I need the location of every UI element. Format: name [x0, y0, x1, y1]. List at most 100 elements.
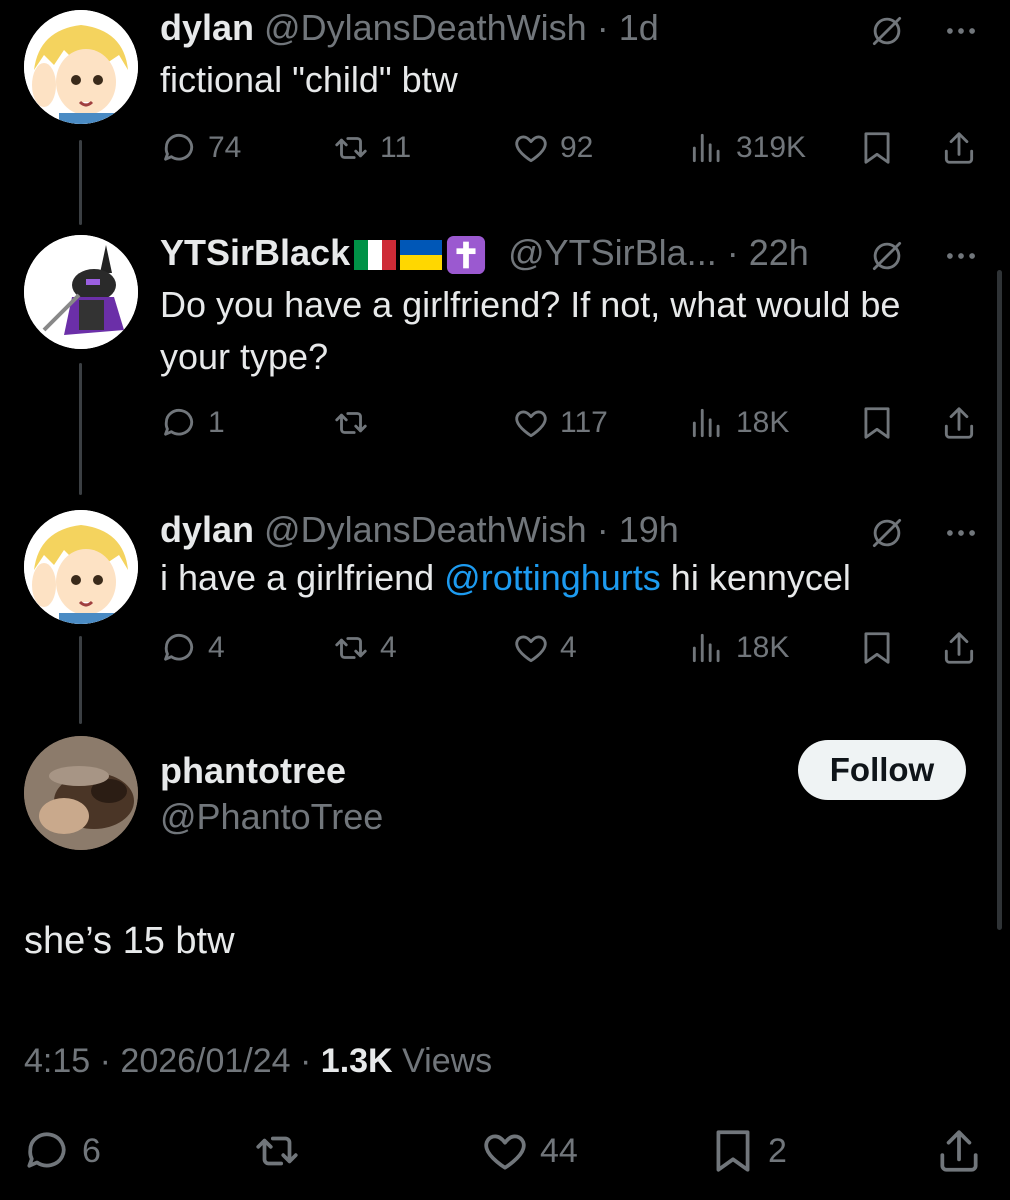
repost-icon: [332, 629, 370, 667]
italy-flag-icon: [354, 240, 397, 271]
more-icon[interactable]: [942, 12, 980, 50]
handle[interactable]: @YTSirBla...: [508, 232, 717, 273]
repost-icon: [332, 404, 370, 442]
like-icon: [512, 629, 550, 667]
action-bar: 4 4 4 18K: [160, 626, 980, 670]
repost-icon: [252, 1126, 302, 1176]
ukraine-flag-icon: [400, 240, 443, 271]
bookmark-button[interactable]: [858, 401, 896, 445]
share-button[interactable]: [940, 401, 978, 445]
grok-icon[interactable]: [868, 514, 906, 552]
like-button[interactable]: 92: [512, 126, 593, 170]
latin-cross-icon: [447, 236, 486, 275]
text-segment: i have a girlfriend: [160, 557, 445, 598]
share-button[interactable]: [940, 126, 978, 170]
grok-icon[interactable]: [868, 237, 906, 275]
like-count: 92: [560, 131, 594, 164]
handle[interactable]: @PhantoTree: [160, 796, 383, 838]
display-name[interactable]: YTSirBlack: [160, 232, 350, 273]
reply-icon: [160, 629, 198, 667]
timestamp[interactable]: 19h: [619, 509, 679, 550]
like-count: 4: [560, 631, 577, 664]
like-button[interactable]: 4: [512, 626, 577, 670]
bookmark-icon: [858, 629, 896, 667]
handle[interactable]: @DylansDeathWish: [264, 7, 587, 48]
bookmark-icon: [858, 404, 896, 442]
tweet-text: she’s 15 btw: [24, 920, 235, 962]
more-icon[interactable]: [942, 237, 980, 275]
tweet-menu: [868, 514, 980, 552]
views-count: 18K: [736, 406, 790, 439]
views-button[interactable]: 18K: [688, 626, 789, 670]
like-icon: [480, 1126, 530, 1176]
display-name[interactable]: dylan: [160, 509, 254, 550]
bookmark-button[interactable]: 2: [708, 1124, 787, 1178]
repost-button[interactable]: [252, 1124, 312, 1178]
reply-count: 4: [208, 631, 225, 664]
display-name[interactable]: phantotree: [160, 750, 346, 792]
tweet-menu: [868, 12, 980, 50]
reply-count: 74: [208, 131, 242, 164]
follow-button[interactable]: Follow: [798, 740, 966, 800]
reply-button[interactable]: 6: [22, 1124, 101, 1178]
more-icon[interactable]: [942, 514, 980, 552]
reply-button[interactable]: 4: [160, 626, 225, 670]
tweet-text: Do you have a girlfriend? If not, what w…: [160, 284, 901, 377]
tweet-meta: 4:15 · 2026/01/24 · 1.3K Views: [24, 1042, 493, 1080]
reply-icon: [160, 129, 198, 167]
repost-icon: [332, 129, 370, 167]
views-icon: [688, 404, 726, 442]
bookmark-icon: [858, 129, 896, 167]
handle[interactable]: @DylansDeathWish: [264, 509, 587, 550]
tweet-date[interactable]: 2026/01/24: [120, 1042, 290, 1080]
tweet-text: i have a girlfriend @rottinghurts hi ken…: [160, 552, 851, 604]
like-button[interactable]: 44: [480, 1124, 578, 1178]
tweet-menu: [868, 237, 980, 275]
share-button[interactable]: [934, 1124, 984, 1178]
share-icon: [940, 129, 978, 167]
avatar[interactable]: [24, 736, 138, 850]
tweet[interactable]: YTSirBlack @YTSirBla... · 22h Do you hav…: [0, 225, 1010, 495]
bookmark-icon: [708, 1126, 758, 1176]
bookmark-button[interactable]: [858, 126, 896, 170]
timestamp[interactable]: 1d: [619, 7, 659, 48]
reply-button[interactable]: 74: [160, 126, 241, 170]
separator-dot: ·: [716, 232, 749, 273]
bookmark-button[interactable]: [858, 626, 896, 670]
action-bar: 74 11 92 319K: [160, 126, 980, 170]
avatar[interactable]: [24, 10, 138, 124]
tweet-time[interactable]: 4:15: [24, 1042, 90, 1080]
thread-line: [79, 636, 82, 724]
views-button[interactable]: 18K: [688, 401, 789, 445]
reply-icon: [22, 1126, 72, 1176]
views-icon: [688, 629, 726, 667]
avatar[interactable]: [24, 510, 138, 624]
like-count: 117: [560, 406, 608, 439]
grok-icon[interactable]: [868, 12, 906, 50]
repost-button[interactable]: [332, 401, 380, 445]
like-button[interactable]: 117: [512, 401, 608, 445]
views-label: Views: [402, 1042, 493, 1080]
tweet-header: dylan @DylansDeathWish · 19h: [160, 510, 679, 550]
action-bar: 1 117 18K: [160, 401, 980, 445]
like-count: 44: [540, 1131, 578, 1170]
display-name[interactable]: dylan: [160, 7, 254, 48]
repost-button[interactable]: 4: [332, 626, 397, 670]
views-total: 1.3K: [320, 1042, 393, 1080]
tweet-header: YTSirBlack @YTSirBla... · 22h: [160, 233, 809, 275]
tweet[interactable]: dylan @DylansDeathWish · 1d fictional "c…: [0, 0, 1010, 225]
mention-link[interactable]: @rottinghurts: [444, 557, 661, 598]
tweet[interactable]: dylan @DylansDeathWish · 19h i have a gi…: [0, 502, 1010, 724]
reply-button[interactable]: 1: [160, 401, 225, 445]
share-button[interactable]: [940, 626, 978, 670]
timestamp[interactable]: 22h: [749, 232, 809, 273]
tweet-text: fictional "child" btw: [160, 59, 458, 100]
thread-line: [79, 363, 82, 495]
views-button[interactable]: 319K: [688, 126, 806, 170]
share-icon: [934, 1126, 984, 1176]
share-icon: [940, 629, 978, 667]
repost-button[interactable]: 11: [332, 126, 411, 170]
avatar[interactable]: [24, 235, 138, 349]
like-icon: [512, 129, 550, 167]
scrollbar[interactable]: [997, 270, 1002, 930]
